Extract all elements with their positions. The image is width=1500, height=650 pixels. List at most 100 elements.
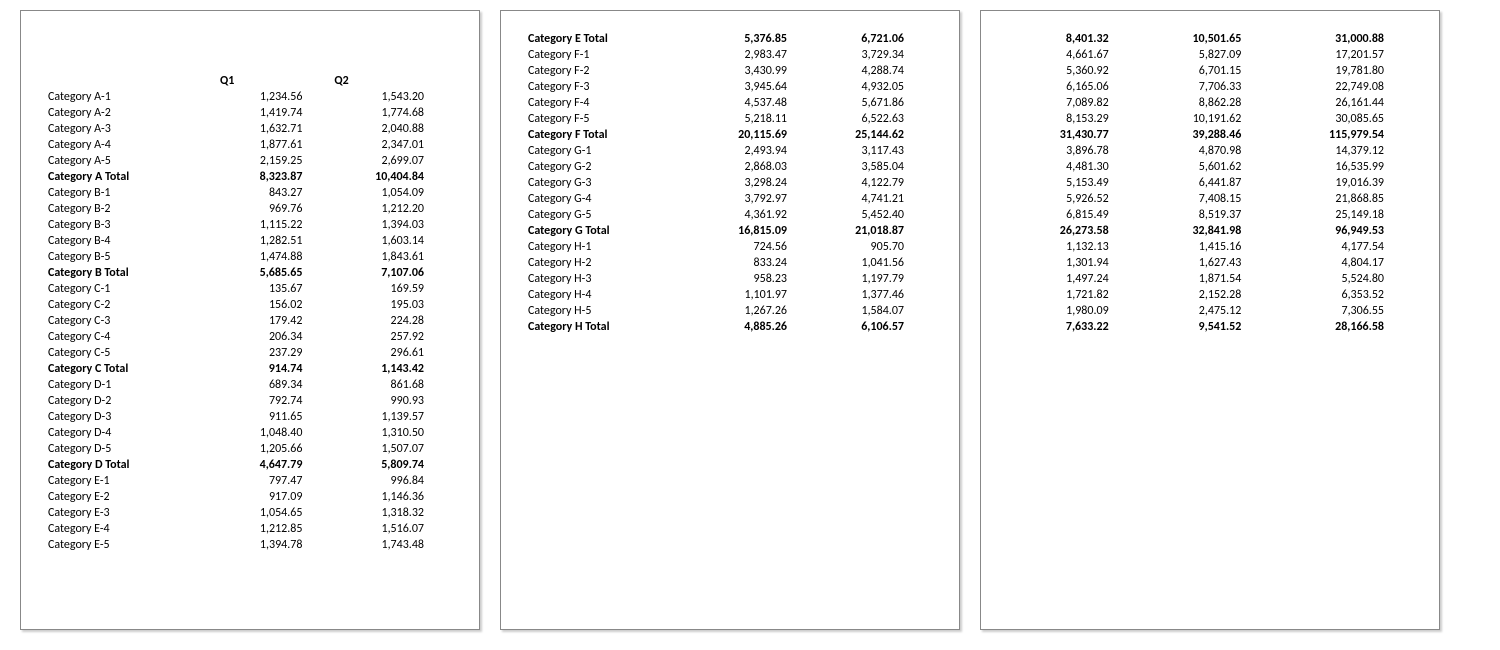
cell-c2: 2,152.28 — [1139, 287, 1272, 303]
row-label: Category G-4 — [526, 191, 700, 207]
table-row: Category D-1689.34861.68 — [46, 377, 454, 393]
page-1: Q1 Q2 Category A-11,234.561,543.20Catego… — [20, 10, 480, 630]
row-label: Category C-5 — [46, 345, 220, 361]
cell-c1: 1,301.94 — [1006, 255, 1139, 271]
row-label: Category H-2 — [526, 255, 700, 271]
table-row: 1,980.092,475.127,306.55 — [1006, 303, 1414, 319]
cell-c2: 8,862.28 — [1139, 95, 1272, 111]
cell-c1: 1,132.13 — [1006, 239, 1139, 255]
row-label: Category B-5 — [46, 249, 220, 265]
cell-q2: 1,743.48 — [332, 537, 454, 553]
cell-c2: 1,627.43 — [1139, 255, 1272, 271]
cell-c1: 31,430.77 — [1006, 127, 1139, 143]
table-row: Category D-3911.651,139.57 — [46, 409, 454, 425]
cell-c3: 17,201.57 — [1271, 47, 1414, 63]
row-label: Category G-3 — [526, 175, 700, 191]
cell-q2: 224.28 — [332, 313, 454, 329]
row-label: Category C-1 — [46, 281, 220, 297]
table-row: Category H Total4,885.266,106.57 — [526, 319, 934, 335]
cell-q1: 1,419.74 — [220, 105, 332, 121]
table-row: Category B Total5,685.657,107.06 — [46, 265, 454, 281]
table-row: Category C-4206.34257.92 — [46, 329, 454, 345]
cell-q2: 25,144.62 — [817, 127, 934, 143]
cell-q2: 1,603.14 — [332, 233, 454, 249]
cell-q1: 1,115.22 — [220, 217, 332, 233]
cell-q1: 1,054.65 — [220, 505, 332, 521]
cell-q1: 2,159.25 — [220, 153, 332, 169]
row-label: Category C Total — [46, 361, 220, 377]
cell-c2: 5,601.62 — [1139, 159, 1272, 175]
table-row: Category C-2156.02195.03 — [46, 297, 454, 313]
cell-q1: 1,474.88 — [220, 249, 332, 265]
cell-q2: 4,122.79 — [817, 175, 934, 191]
row-label: Category F Total — [526, 127, 700, 143]
cell-q2: 1,146.36 — [332, 489, 454, 505]
row-label: Category F-4 — [526, 95, 700, 111]
table-row: Category E-41,212.851,516.07 — [46, 521, 454, 537]
cell-c1: 4,661.67 — [1006, 47, 1139, 63]
table-row: Category F-23,430.994,288.74 — [526, 63, 934, 79]
cell-c3: 7,306.55 — [1271, 303, 1414, 319]
cell-c2: 6,441.87 — [1139, 175, 1272, 191]
table-row: 4,481.305,601.6216,535.99 — [1006, 159, 1414, 175]
table-row: 1,497.241,871.545,524.80 — [1006, 271, 1414, 287]
cell-c1: 1,721.82 — [1006, 287, 1139, 303]
cell-c1: 1,980.09 — [1006, 303, 1139, 319]
row-label: Category B Total — [46, 265, 220, 281]
row-label: Category E-2 — [46, 489, 220, 505]
cell-q2: 1,041.56 — [817, 255, 934, 271]
row-label: Category E-5 — [46, 537, 220, 553]
cell-c1: 1,497.24 — [1006, 271, 1139, 287]
cell-q1: 5,376.85 — [700, 31, 817, 47]
cell-q2: 1,377.46 — [817, 287, 934, 303]
cell-c3: 22,749.08 — [1271, 79, 1414, 95]
table-row: 7,089.828,862.2826,161.44 — [1006, 95, 1414, 111]
cell-c1: 26,273.58 — [1006, 223, 1139, 239]
cell-q2: 905.70 — [817, 239, 934, 255]
table-row: Category F-55,218.116,522.63 — [526, 111, 934, 127]
table-row: Category A-11,234.561,543.20 — [46, 89, 454, 105]
cell-q2: 4,741.21 — [817, 191, 934, 207]
table-row: Category G-54,361.925,452.40 — [526, 207, 934, 223]
table-row: Category H-41,101.971,377.46 — [526, 287, 934, 303]
table-page-2: Category E Total5,376.856,721.06Category… — [526, 31, 934, 335]
row-label: Category A-4 — [46, 137, 220, 153]
table-row: Category A Total8,323.8710,404.84 — [46, 169, 454, 185]
row-label: Category E-4 — [46, 521, 220, 537]
cell-c3: 19,781.80 — [1271, 63, 1414, 79]
cell-q1: 689.34 — [220, 377, 332, 393]
cell-q2: 5,809.74 — [332, 457, 454, 473]
table-row: Category B-31,115.221,394.03 — [46, 217, 454, 233]
table-row: Category B-2969.761,212.20 — [46, 201, 454, 217]
row-label: Category F-1 — [526, 47, 700, 63]
table-row: Category H-2833.241,041.56 — [526, 255, 934, 271]
cell-q2: 7,107.06 — [332, 265, 454, 281]
cell-q1: 156.02 — [220, 297, 332, 313]
cell-c1: 3,896.78 — [1006, 143, 1139, 159]
cell-q2: 1,212.20 — [332, 201, 454, 217]
table-row: 5,926.527,408.1521,868.85 — [1006, 191, 1414, 207]
cell-c3: 31,000.88 — [1271, 31, 1414, 47]
cell-q1: 2,493.94 — [700, 143, 817, 159]
cell-q2: 4,288.74 — [817, 63, 934, 79]
page-2: Category E Total5,376.856,721.06Category… — [500, 10, 960, 630]
cell-c3: 19,016.39 — [1271, 175, 1414, 191]
cell-q2: 2,040.88 — [332, 121, 454, 137]
row-label: Category G-5 — [526, 207, 700, 223]
table-row: Category E-51,394.781,743.48 — [46, 537, 454, 553]
cell-q2: 6,721.06 — [817, 31, 934, 47]
cell-q1: 1,205.66 — [220, 441, 332, 457]
row-label: Category H Total — [526, 319, 700, 335]
cell-q1: 958.23 — [700, 271, 817, 287]
cell-c3: 28,166.58 — [1271, 319, 1414, 335]
table-row: Category G-43,792.974,741.21 — [526, 191, 934, 207]
table-row: Category H-3958.231,197.79 — [526, 271, 934, 287]
row-label: Category H-3 — [526, 271, 700, 287]
cell-q1: 237.29 — [220, 345, 332, 361]
table-row: 1,721.822,152.286,353.52 — [1006, 287, 1414, 303]
cell-c3: 21,868.85 — [1271, 191, 1414, 207]
cell-q1: 797.47 — [220, 473, 332, 489]
cell-q2: 3,117.43 — [817, 143, 934, 159]
row-label: Category B-3 — [46, 217, 220, 233]
cell-q1: 1,282.51 — [220, 233, 332, 249]
